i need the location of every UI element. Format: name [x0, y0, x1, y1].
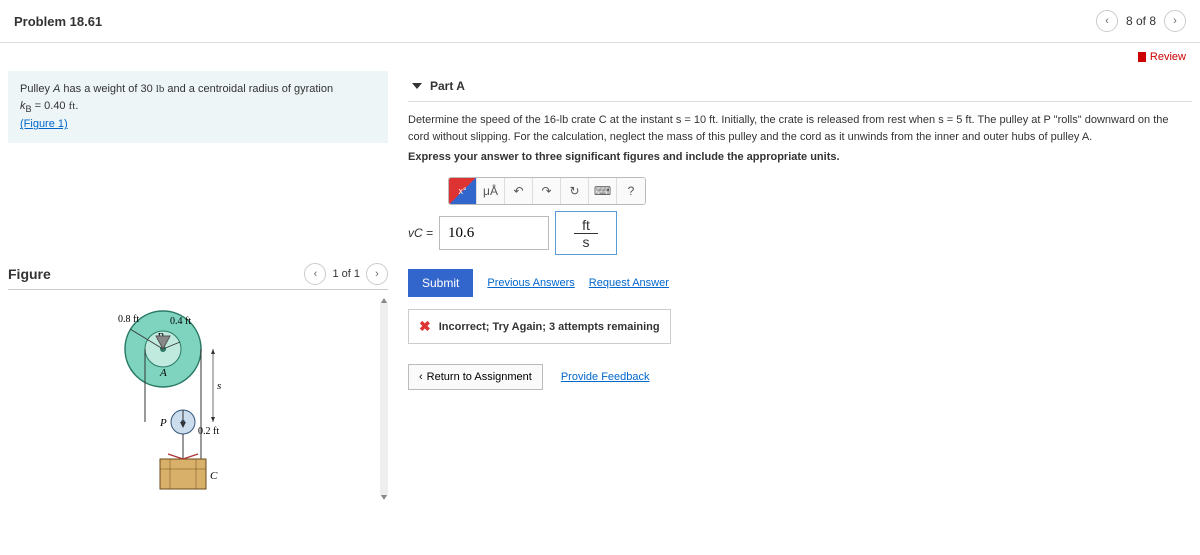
- svg-text:P: P: [159, 417, 167, 429]
- collapse-icon[interactable]: [412, 83, 422, 89]
- feedback-box: ✖ Incorrect; Try Again; 3 attempts remai…: [408, 309, 671, 344]
- instruction-text: Express your answer to three significant…: [408, 151, 1192, 163]
- figure-next-button[interactable]: ›: [366, 263, 388, 285]
- problem-statement: Pulley A has a weight of 30 lb and a cen…: [8, 71, 388, 143]
- problem-position: 8 of 8: [1126, 14, 1156, 28]
- svg-text:0.2 ft: 0.2 ft: [198, 426, 219, 437]
- svg-text:s: s: [217, 380, 221, 392]
- chevron-left-icon: ‹: [419, 371, 423, 383]
- answer-variable: vC =: [408, 226, 433, 240]
- figure-prev-button[interactable]: ‹: [304, 263, 326, 285]
- problem-title: Problem 18.61: [14, 14, 102, 29]
- symbols-icon[interactable]: μÅ: [477, 178, 505, 204]
- answer-value-input[interactable]: [439, 216, 549, 250]
- incorrect-icon: ✖: [419, 318, 431, 335]
- answer-toolbar: x° μÅ ↶ ↷ ↻ ⌨ ?: [448, 177, 646, 205]
- part-title: Part A: [430, 79, 465, 93]
- prev-problem-button[interactable]: ‹: [1096, 10, 1118, 32]
- svg-text:A: A: [159, 367, 167, 379]
- return-button[interactable]: ‹ Return to Assignment: [408, 364, 543, 390]
- request-answer-link[interactable]: Request Answer: [589, 277, 669, 289]
- svg-text:0.4 ft: 0.4 ft: [170, 316, 191, 327]
- flag-icon: [1138, 52, 1146, 62]
- figure-svg: 0.8 ft 0.4 ft B A P 0.2 ft: [88, 304, 308, 494]
- review-link[interactable]: Review: [1138, 51, 1186, 63]
- figure-position: 1 of 1: [332, 268, 360, 280]
- submit-button[interactable]: Submit: [408, 269, 473, 297]
- figure-title: Figure: [8, 266, 51, 282]
- previous-answers-link[interactable]: Previous Answers: [487, 277, 574, 289]
- undo-icon[interactable]: ↶: [505, 178, 533, 204]
- provide-feedback-link[interactable]: Provide Feedback: [561, 371, 650, 383]
- keyboard-icon[interactable]: ⌨: [589, 178, 617, 204]
- template-icon[interactable]: x°: [449, 178, 477, 204]
- svg-text:0.8 ft: 0.8 ft: [118, 314, 139, 325]
- reset-icon[interactable]: ↻: [561, 178, 589, 204]
- next-problem-button[interactable]: ›: [1164, 10, 1186, 32]
- figure-link[interactable]: (Figure 1): [20, 118, 68, 130]
- answer-unit-input[interactable]: ft s: [555, 211, 617, 255]
- question-text: Determine the speed of the 16-lb crate C…: [408, 112, 1192, 145]
- redo-icon[interactable]: ↷: [533, 178, 561, 204]
- svg-text:C: C: [210, 470, 218, 482]
- figure-scrollbar[interactable]: [380, 300, 388, 498]
- help-icon[interactable]: ?: [617, 178, 645, 204]
